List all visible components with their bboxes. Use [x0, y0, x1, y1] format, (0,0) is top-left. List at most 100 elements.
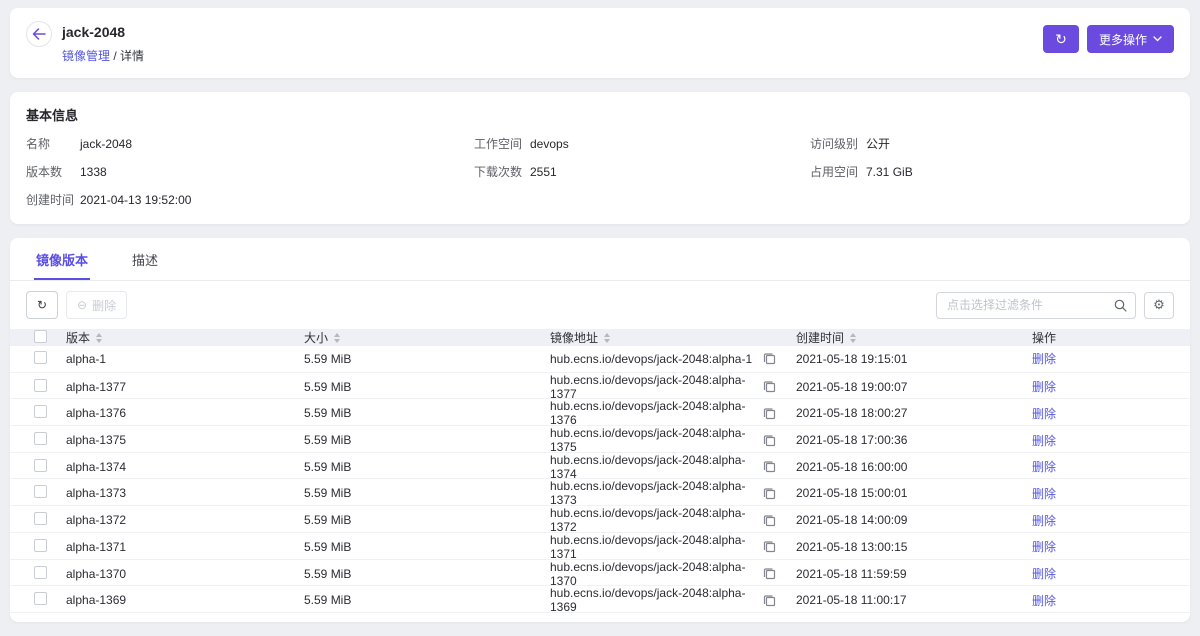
- image-address: hub.ecns.io/devops/jack-2048:alpha-1376: [550, 399, 763, 427]
- image-address: hub.ecns.io/devops/jack-2048:alpha-1: [550, 352, 752, 366]
- more-actions-button[interactable]: 更多操作: [1087, 25, 1174, 53]
- delete-row-link[interactable]: 删除: [1032, 407, 1056, 421]
- select-all-checkbox[interactable]: [34, 330, 47, 343]
- table-row: alpha-1375 5.59 MiB hub.ecns.io/devops/j…: [10, 426, 1190, 453]
- info-label-downloads: 下载次数: [474, 165, 530, 180]
- column-header-created[interactable]: 创建时间: [796, 329, 1032, 346]
- created-cell: 2021-05-18 17:00:36: [796, 433, 1032, 447]
- sort-icon: [850, 333, 856, 343]
- copy-icon[interactable]: [763, 594, 776, 607]
- table-row: alpha-1376 5.59 MiB hub.ecns.io/devops/j…: [10, 399, 1190, 426]
- created-cell: 2021-05-18 18:00:27: [796, 406, 1032, 420]
- row-checkbox[interactable]: [34, 539, 47, 552]
- column-settings-button[interactable]: ⚙: [1144, 292, 1174, 319]
- info-label-workspace: 工作空间: [474, 137, 530, 152]
- size-cell: 5.59 MiB: [304, 352, 550, 366]
- version-cell: alpha-1: [66, 352, 304, 366]
- created-cell: 2021-05-18 16:00:00: [796, 460, 1032, 474]
- created-cell: 2021-05-18 11:59:59: [796, 567, 1032, 581]
- tab-image-versions[interactable]: 镜像版本: [34, 238, 90, 280]
- row-checkbox[interactable]: [34, 432, 47, 445]
- page-title: jack-2048: [62, 23, 144, 41]
- delete-row-link[interactable]: 删除: [1032, 514, 1056, 528]
- row-checkbox[interactable]: [34, 512, 47, 525]
- basic-info-card: 基本信息 名称 jack-2048 工作空间 devops 访问级别 公开 版本…: [10, 92, 1190, 224]
- copy-icon[interactable]: [763, 434, 776, 447]
- minus-circle-icon: ⊖: [77, 298, 87, 312]
- size-cell: 5.59 MiB: [304, 380, 550, 394]
- row-checkbox[interactable]: [34, 592, 47, 605]
- row-checkbox[interactable]: [34, 405, 47, 418]
- column-header-version[interactable]: 版本: [66, 329, 304, 346]
- created-cell: 2021-05-18 13:00:15: [796, 540, 1032, 554]
- created-cell: 2021-05-18 11:00:17: [796, 593, 1032, 607]
- info-label-versions: 版本数: [26, 165, 80, 180]
- image-address: hub.ecns.io/devops/jack-2048:alpha-1372: [550, 506, 763, 534]
- basic-info-grid: 名称 jack-2048 工作空间 devops 访问级别 公开 版本数 133…: [26, 137, 1174, 208]
- filter-search-box[interactable]: [936, 292, 1136, 319]
- image-address: hub.ecns.io/devops/jack-2048:alpha-1371: [550, 533, 763, 561]
- table-row: alpha-1370 5.59 MiB hub.ecns.io/devops/j…: [10, 560, 1190, 587]
- delete-row-link[interactable]: 删除: [1032, 487, 1056, 501]
- table-row: alpha-1371 5.59 MiB hub.ecns.io/devops/j…: [10, 533, 1190, 560]
- copy-icon[interactable]: [763, 352, 776, 365]
- copy-icon[interactable]: [763, 407, 776, 420]
- back-button[interactable]: [26, 21, 52, 47]
- info-label-storage: 占用空间: [810, 165, 866, 180]
- column-header-address[interactable]: 镜像地址: [550, 329, 796, 346]
- filter-input[interactable]: [947, 298, 1114, 312]
- table-refresh-button[interactable]: ↻: [26, 291, 58, 319]
- copy-icon[interactable]: [763, 567, 776, 580]
- info-label-access: 访问级别: [810, 137, 866, 152]
- created-cell: 2021-05-18 15:00:01: [796, 486, 1032, 500]
- table-header-row: 版本 大小 镜像地址 创建时间 操作: [10, 329, 1190, 346]
- copy-icon[interactable]: [763, 540, 776, 553]
- size-cell: 5.59 MiB: [304, 513, 550, 527]
- gear-icon: ⚙: [1153, 297, 1165, 313]
- delete-row-link[interactable]: 删除: [1032, 460, 1056, 474]
- copy-icon[interactable]: [763, 380, 776, 393]
- more-actions-label: 更多操作: [1099, 31, 1147, 48]
- tab-description[interactable]: 描述: [130, 238, 160, 280]
- delete-row-link[interactable]: 删除: [1032, 434, 1056, 448]
- version-cell: alpha-1377: [66, 380, 304, 394]
- table-row: alpha-1374 5.59 MiB hub.ecns.io/devops/j…: [10, 453, 1190, 480]
- refresh-button[interactable]: ↻: [1043, 25, 1079, 53]
- delete-row-link[interactable]: 删除: [1032, 352, 1056, 366]
- table-row: alpha-1377 5.59 MiB hub.ecns.io/devops/j…: [10, 373, 1190, 400]
- version-cell: alpha-1376: [66, 406, 304, 420]
- delete-row-link[interactable]: 删除: [1032, 540, 1056, 554]
- delete-row-link[interactable]: 删除: [1032, 594, 1056, 608]
- arrow-left-icon: [32, 28, 46, 40]
- version-cell: alpha-1374: [66, 460, 304, 474]
- column-header-size[interactable]: 大小: [304, 329, 550, 346]
- delete-row-link[interactable]: 删除: [1032, 567, 1056, 581]
- batch-delete-button[interactable]: ⊖ 删除: [66, 291, 127, 319]
- info-value-workspace: devops: [530, 137, 810, 152]
- row-checkbox[interactable]: [34, 379, 47, 392]
- batch-delete-label: 删除: [92, 297, 116, 314]
- copy-icon[interactable]: [763, 487, 776, 500]
- copy-icon[interactable]: [763, 514, 776, 527]
- column-header-actions: 操作: [1032, 329, 1190, 346]
- table-row: alpha-1 5.59 MiB hub.ecns.io/devops/jack…: [10, 346, 1190, 373]
- image-address: hub.ecns.io/devops/jack-2048:alpha-1370: [550, 560, 763, 588]
- delete-row-link[interactable]: 删除: [1032, 380, 1056, 394]
- row-checkbox[interactable]: [34, 351, 47, 364]
- breadcrumb-separator: /: [113, 49, 116, 63]
- breadcrumb-current: 详情: [120, 49, 144, 63]
- row-checkbox[interactable]: [34, 566, 47, 579]
- info-label-created: 创建时间: [26, 193, 80, 208]
- breadcrumb-link[interactable]: 镜像管理: [62, 49, 110, 63]
- copy-icon[interactable]: [763, 460, 776, 473]
- table-row: alpha-1369 5.59 MiB hub.ecns.io/devops/j…: [10, 586, 1190, 613]
- row-checkbox[interactable]: [34, 459, 47, 472]
- info-value-access: 公开: [866, 137, 1174, 152]
- table-row: alpha-1373 5.59 MiB hub.ecns.io/devops/j…: [10, 479, 1190, 506]
- refresh-icon: ↻: [37, 298, 47, 312]
- table-row: alpha-1372 5.59 MiB hub.ecns.io/devops/j…: [10, 506, 1190, 533]
- info-value-downloads: 2551: [530, 165, 810, 180]
- row-checkbox[interactable]: [34, 485, 47, 498]
- sort-icon: [334, 333, 340, 343]
- breadcrumb: 镜像管理 / 详情: [62, 47, 144, 64]
